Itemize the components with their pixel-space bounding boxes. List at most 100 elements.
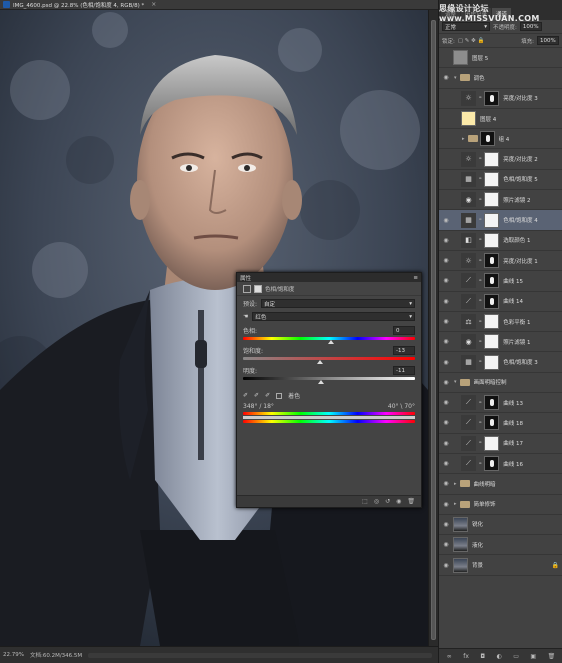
link-icon[interactable]: ⚭	[478, 197, 482, 203]
layer-group[interactable]: ◉ ▾ 画面明暗控制	[439, 373, 562, 394]
panel-menu-icon[interactable]: ≡	[413, 275, 418, 281]
preset-select[interactable]: 自定 ▾	[261, 299, 415, 308]
layer-thumbnail[interactable]	[453, 50, 468, 66]
eyedropper-minus-icon[interactable]: ✐	[265, 392, 270, 399]
link-icon[interactable]: ⚭	[478, 420, 482, 426]
document-tab[interactable]: IMG_4600.psd @ 22.8% (色相/饱和度 4, RGB/8) *…	[0, 0, 438, 10]
layer-name[interactable]: 曲线 13	[503, 399, 559, 407]
layer-mask[interactable]	[484, 354, 500, 370]
layer-mask[interactable]	[484, 415, 500, 431]
adjustment-icon[interactable]: ◉	[461, 334, 476, 350]
link-icon[interactable]: ⚭	[478, 440, 482, 446]
layer-mask[interactable]	[484, 273, 500, 289]
saturation-slider[interactable]	[237, 355, 421, 364]
layer-mask[interactable]	[484, 435, 500, 451]
layer-group[interactable]: ◉ ▾ 调色	[439, 68, 562, 89]
layer-mask[interactable]	[484, 232, 500, 248]
layer-name[interactable]: 色彩平衡 1	[503, 318, 559, 326]
layer-name[interactable]: 曲线 15	[503, 277, 559, 285]
adjustment-icon[interactable]: ▦	[461, 354, 476, 370]
layer-group[interactable]: ◉ ▸ 简单修饰	[439, 495, 562, 515]
adjustment-icon[interactable]: ☼	[461, 90, 476, 106]
clip-icon[interactable]: ⬚	[362, 498, 368, 505]
lightness-input[interactable]: -11	[393, 366, 415, 375]
chevron-right-icon[interactable]: ▸	[454, 481, 457, 487]
layer-row[interactable]: ◉ ⟋ ⚭ 曲线 16	[439, 454, 562, 475]
adjustment-icon[interactable]: ▦	[461, 171, 476, 187]
layer-name[interactable]: 曲线 14	[503, 297, 559, 305]
link-icon[interactable]: ⚭	[478, 156, 482, 162]
layer-mask[interactable]	[484, 253, 500, 269]
eye-icon[interactable]: ◉	[439, 541, 453, 548]
channel-select[interactable]: 红色 ▾	[252, 312, 415, 321]
adjustment-icon[interactable]: ◉	[461, 192, 476, 208]
link-icon[interactable]: ⚭	[478, 95, 482, 101]
layer-name[interactable]: 色相/饱和度 4	[503, 216, 559, 224]
eye-icon[interactable]: ◉	[439, 440, 453, 447]
link-icon[interactable]: ⚭	[478, 298, 482, 304]
eye-icon[interactable]: ◉	[439, 460, 453, 467]
layer-row[interactable]: ☼ ⚭ 亮度/对比度 3	[439, 89, 562, 109]
hue-slider[interactable]	[237, 335, 421, 344]
lightness-slider[interactable]	[237, 375, 421, 384]
layer-row[interactable]: ◉ ⚖ ⚭ 色彩平衡 1	[439, 312, 562, 333]
layer-name[interactable]: 照片滤镜 1	[503, 338, 559, 346]
layer-mask[interactable]	[484, 314, 500, 329]
layer-row[interactable]: 图层 5	[439, 48, 562, 69]
layer-mask[interactable]	[484, 395, 500, 411]
eye-icon[interactable]: ◉	[439, 237, 453, 244]
layer-name[interactable]: 选取颜色 1	[503, 236, 559, 244]
eye-icon[interactable]: ◉	[439, 379, 453, 386]
link-icon[interactable]: ⚭	[478, 319, 482, 325]
layer-row[interactable]: ◉ ⟋ ⚭ 曲线 13	[439, 393, 562, 414]
layer-mask[interactable]	[484, 456, 500, 472]
eyedropper-plus-icon[interactable]: ✐	[254, 392, 259, 399]
new-layer-icon[interactable]: ▣	[530, 653, 536, 660]
layer-mask[interactable]	[484, 293, 500, 309]
reset-icon[interactable]: ↺	[385, 498, 390, 505]
layer-row[interactable]: ◉ 锐化	[439, 515, 562, 536]
saturation-input[interactable]: -13	[393, 346, 415, 355]
link-icon[interactable]: ⚭	[478, 359, 482, 365]
adjustment-icon[interactable]: ⚖	[461, 314, 476, 329]
adjustment-icon[interactable]: ⟋	[461, 456, 476, 472]
folder-icon[interactable]: ▭	[513, 653, 519, 660]
eye-icon[interactable]: ◉	[439, 399, 453, 406]
layer-name[interactable]: 图层 5	[472, 54, 559, 62]
layer-row[interactable]: 图层 4	[439, 109, 562, 130]
layer-row[interactable]: ▦ ⚭ 色相/饱和度 5	[439, 170, 562, 191]
layer-name[interactable]: 组 4	[499, 135, 559, 143]
horizontal-scrollbar[interactable]	[88, 652, 432, 658]
layer-name[interactable]: 曲线 16	[503, 460, 559, 468]
fx-icon[interactable]: fx	[463, 653, 469, 660]
eye-icon[interactable]: ◉	[439, 338, 453, 345]
link-icon[interactable]: ⚭	[478, 278, 482, 284]
layer-row[interactable]: ◉ ◉ ⚭ 照片滤镜 1	[439, 332, 562, 353]
trash-icon[interactable]: 🗑	[548, 653, 556, 660]
doc-info[interactable]: 文档:60.2M/346.5M	[30, 651, 82, 659]
colorize-checkbox[interactable]	[276, 392, 283, 399]
layer-thumbnail[interactable]	[461, 111, 476, 127]
layer-row[interactable]: ◉ ⟋ ⚭ 曲线 14	[439, 292, 562, 312]
eye-icon[interactable]: ◉	[439, 217, 453, 224]
layer-name[interactable]: 亮度/对比度 2	[503, 155, 559, 163]
eye-icon[interactable]: ◉	[439, 419, 453, 426]
hue-input[interactable]: 0	[393, 326, 415, 335]
layer-name[interactable]: 曲线 18	[503, 419, 559, 427]
eye-icon[interactable]: ◉	[439, 74, 453, 81]
layer-row[interactable]: ◉ ⟋ ⚭ 曲线 15	[439, 271, 562, 292]
layer-name[interactable]: 色相/饱和度 3	[503, 358, 559, 366]
link-icon[interactable]: ⚭	[478, 176, 482, 182]
layer-row[interactable]: ◉ ▦ ⚭ 色相/饱和度 3	[439, 352, 562, 373]
eye-icon[interactable]: ◉	[439, 480, 453, 487]
vertical-scrollbar[interactable]	[428, 10, 438, 646]
eyedropper-icon[interactable]: ✐	[243, 392, 248, 399]
link-icon[interactable]: ⚭	[478, 461, 482, 467]
zoom-level[interactable]: 22.79%	[3, 652, 24, 658]
layer-name[interactable]: 曲线明暗	[474, 480, 559, 488]
adjustment-icon[interactable]: ☼	[461, 253, 476, 269]
layer-name[interactable]: 亮度/对比度 1	[503, 257, 559, 265]
layer-thumbnail[interactable]	[453, 557, 468, 573]
layer-name[interactable]: 亮度/对比度 3	[503, 94, 559, 102]
layer-thumbnail[interactable]	[453, 537, 468, 553]
